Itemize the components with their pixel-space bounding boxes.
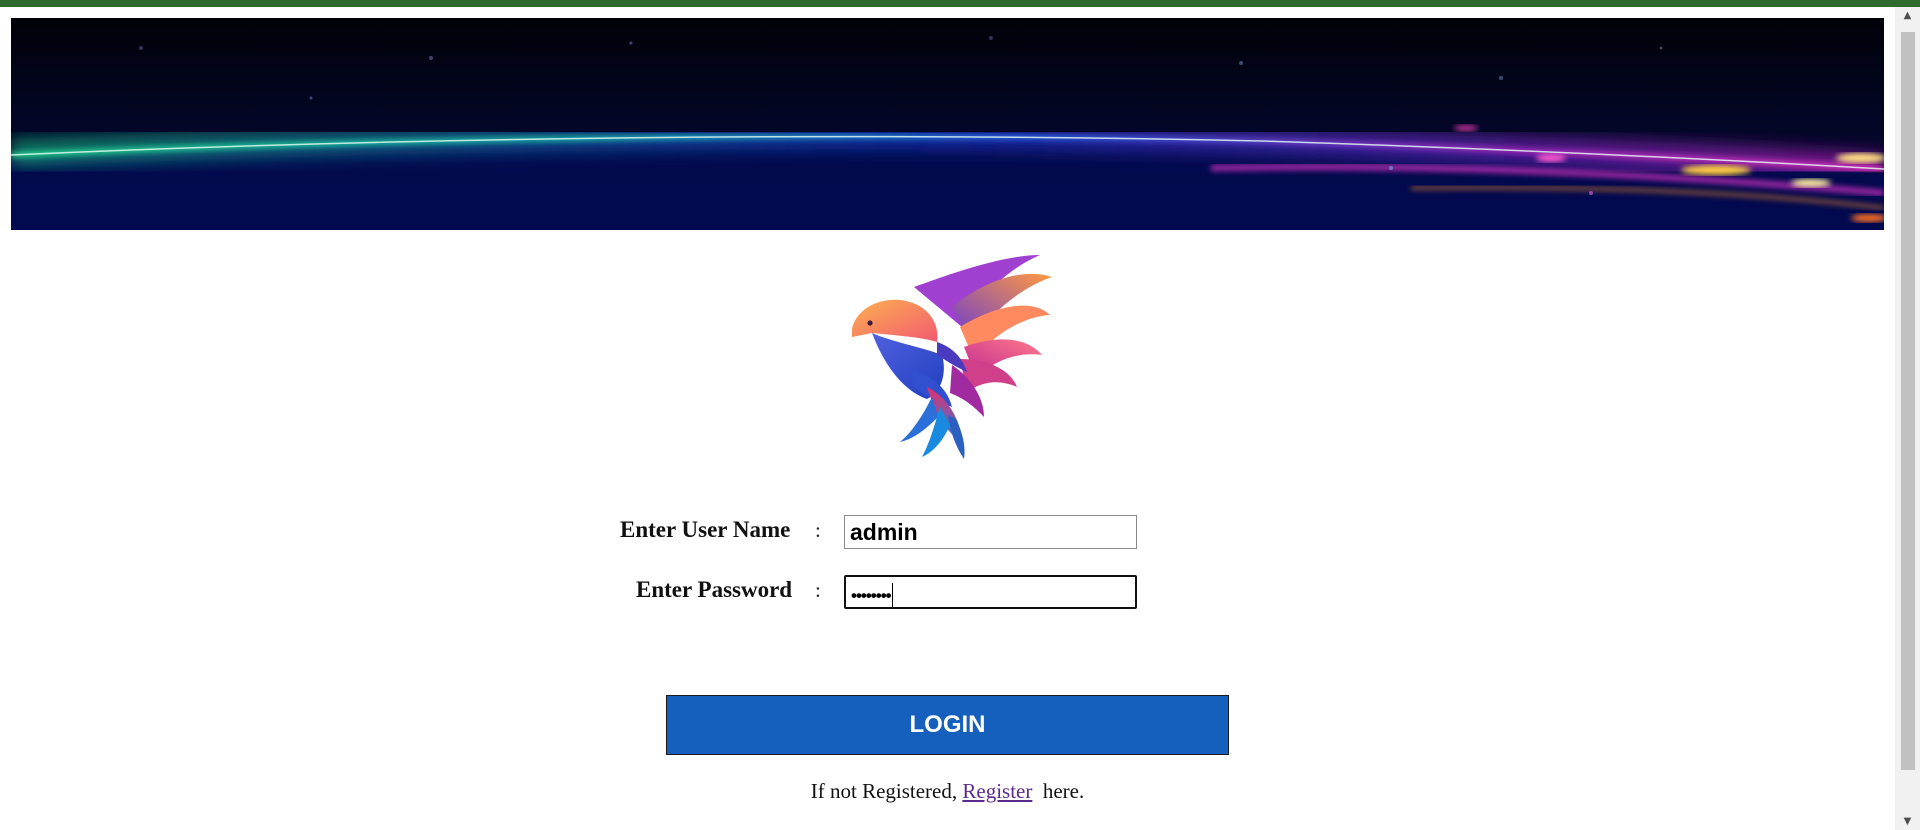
password-colon: : (815, 578, 821, 602)
password-masked-value: •••••••• (851, 586, 892, 605)
bird-logo (852, 247, 1052, 462)
username-colon: : (815, 518, 821, 542)
register-link[interactable]: Register (962, 779, 1032, 803)
login-page: Enter User Name : admin Enter Password :… (0, 7, 1895, 830)
register-prefix: If not Registered, (810, 779, 958, 803)
vertical-scrollbar[interactable]: ▲ ▼ (1895, 7, 1920, 830)
password-label: Enter Password (636, 577, 793, 602)
username-value: admin (850, 519, 918, 545)
password-input[interactable]: •••••••• (844, 575, 1137, 609)
scroll-up-arrow-icon[interactable]: ▲ (1895, 7, 1920, 24)
colorful-bird-icon (852, 255, 1052, 459)
text-caret (891, 582, 893, 607)
header-banner (11, 18, 1884, 230)
scroll-down-arrow-icon[interactable]: ▼ (1895, 813, 1920, 830)
aurora-banner-image (11, 18, 1884, 230)
login-button[interactable]: LOGIN (666, 695, 1229, 755)
top-accent-stripe (0, 0, 1920, 7)
register-prompt: If not Registered, Register here. (0, 779, 1895, 804)
username-label: Enter User Name (620, 517, 791, 542)
username-input[interactable]: admin (844, 515, 1137, 549)
scroll-thumb[interactable] (1901, 32, 1915, 770)
register-suffix: here. (1042, 779, 1085, 803)
